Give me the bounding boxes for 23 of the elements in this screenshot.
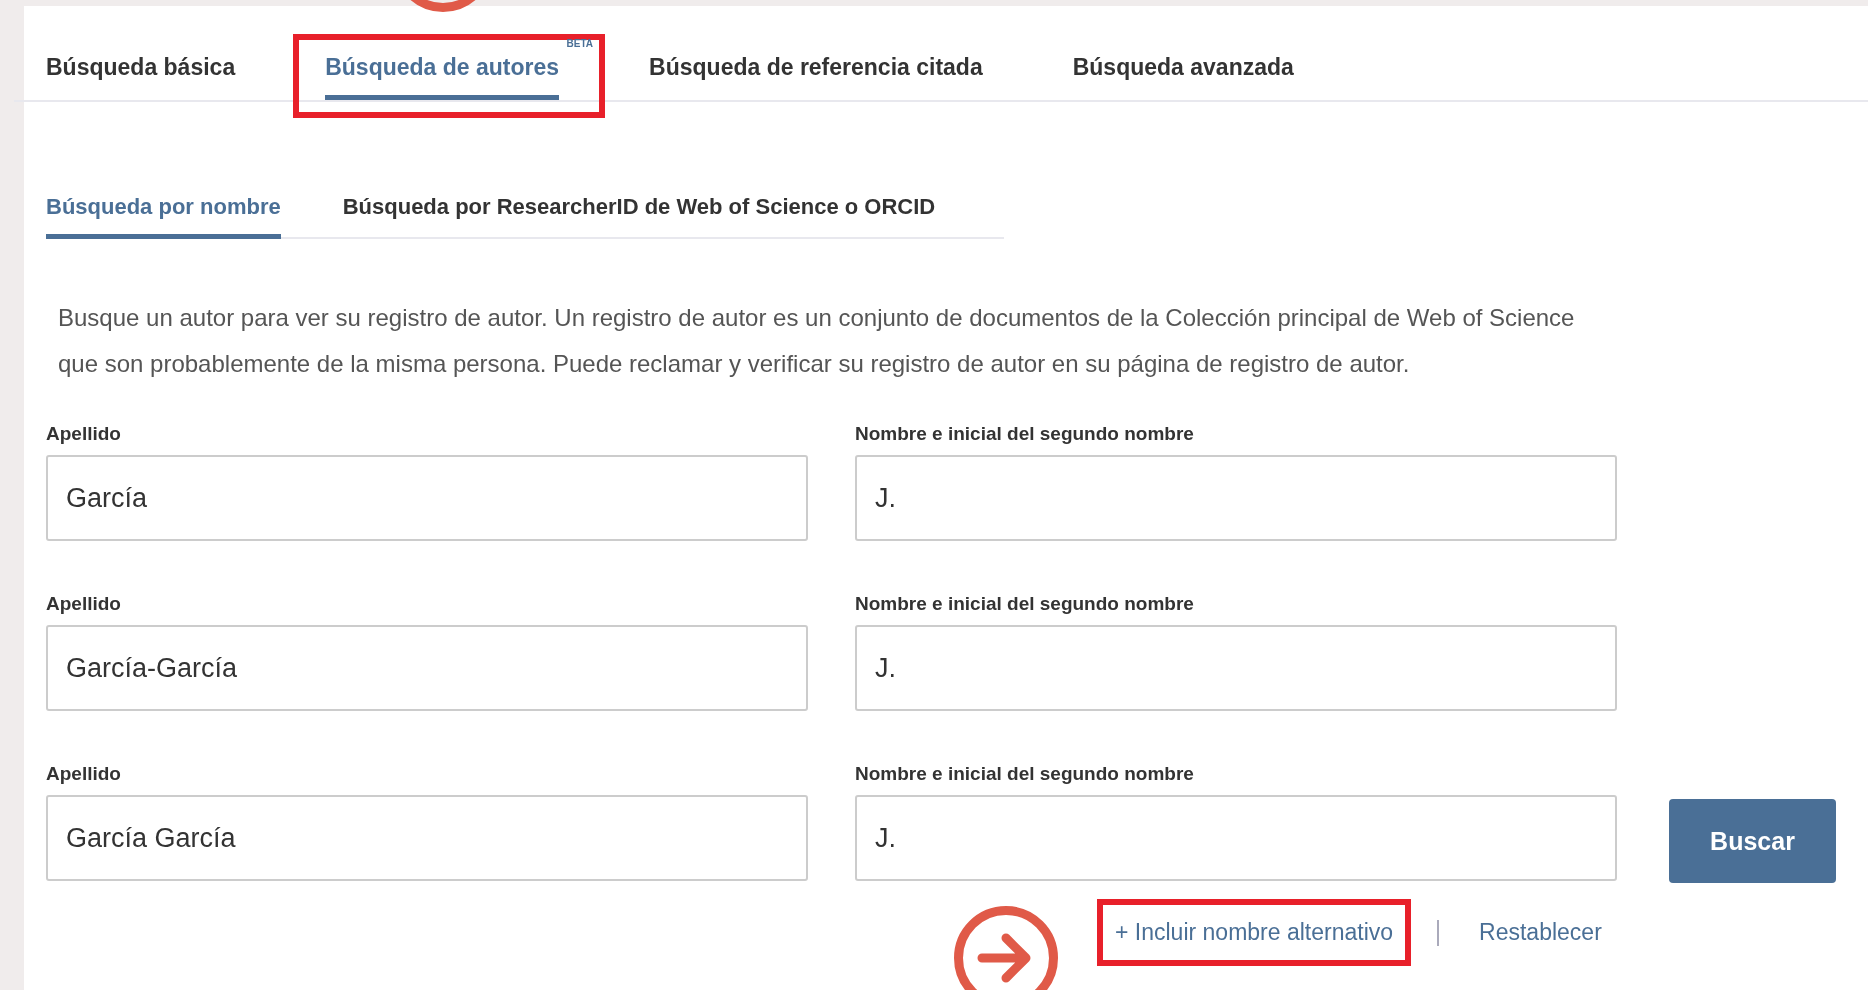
input-field[interactable]: García García: [46, 795, 808, 881]
field-label: Nombre e inicial del segundo nombre: [855, 763, 1195, 785]
description-text: Busque un autor para ver su registro de autor. Un registro de autor es un conjunto de documentos de la Colección principal de Web of Science que son probablemente de la misma persona. Puede reclamar y verificar su registro de autor en su página de registro de autor.: [58, 303, 1576, 379]
search-button[interactable]: Buscar: [1669, 799, 1836, 883]
field-label: Apellido: [46, 423, 122, 445]
input-field[interactable]: J.: [855, 625, 1617, 711]
link[interactable]: + Incluir nombre alternativo: [1109, 911, 1400, 954]
tab[interactable]: Búsqueda avanzada: [1072, 54, 1294, 100]
tab[interactable]: Búsqueda por nombre: [46, 194, 281, 239]
input-field[interactable]: J.: [855, 795, 1617, 881]
link[interactable]: Restablecer: [1473, 911, 1608, 954]
input-field[interactable]: García: [46, 455, 808, 541]
tab[interactable]: Búsqueda básica: [46, 54, 236, 100]
input-field[interactable]: J.: [855, 455, 1617, 541]
input-field[interactable]: García-García: [46, 625, 808, 711]
beta-label: BETA: [566, 38, 594, 49]
tab[interactable]: Búsqueda de referencia citada: [649, 54, 983, 100]
field-label: Apellido: [46, 593, 122, 615]
field-label: Nombre e inicial del segundo nombre: [855, 593, 1195, 615]
field-label: Nombre e inicial del segundo nombre: [855, 423, 1195, 445]
field-label: Apellido: [46, 763, 122, 785]
arrow-circle-icon: [954, 906, 1058, 990]
tab[interactable]: Búsqueda por ResearcherID de Web of Science o ORCID: [342, 194, 936, 239]
